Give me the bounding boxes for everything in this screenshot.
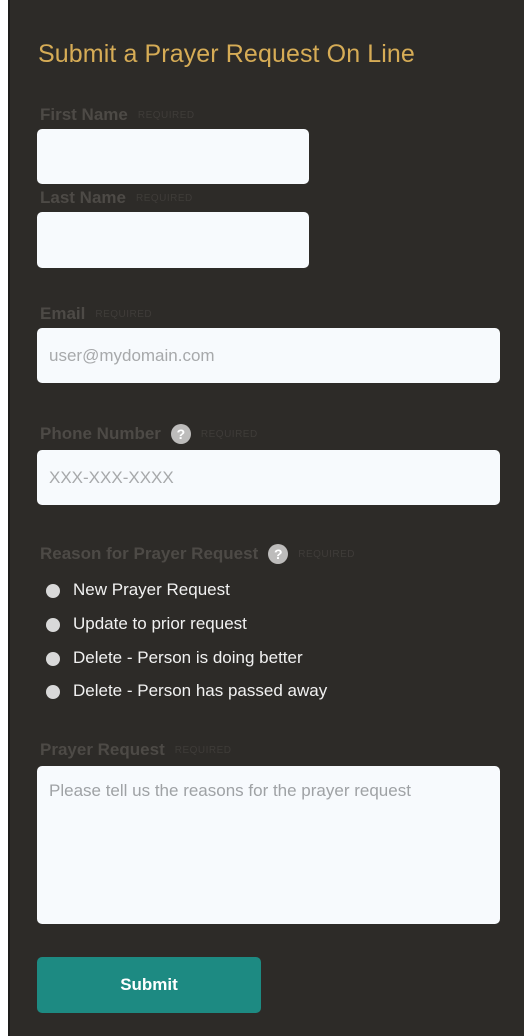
last-name-label-text: Last Name [40,188,126,207]
reason-option-label: New Prayer Request [73,580,230,599]
prayer-request-label-text: Prayer Request [40,740,165,759]
first-name-input[interactable] [37,129,309,184]
phone-label: Phone Number ? REQUIRED [40,424,258,444]
radio-button[interactable] [46,618,60,632]
radio-button[interactable] [46,685,60,699]
email-label: Email REQUIRED [40,304,152,324]
required-marker: REQUIRED [137,109,195,121]
email-label-text: Email [40,304,86,323]
phone-input[interactable]: XXX-XXX-XXXX [37,450,500,505]
reason-option-new[interactable]: New Prayer Request [46,580,230,600]
form-title: Submit a Prayer Request On Line [38,40,415,68]
reason-option-update[interactable]: Update to prior request [46,614,247,634]
reason-label: Reason for Prayer Request ? REQUIRED [40,544,355,564]
prayer-request-textarea[interactable]: Please tell us the reasons for the praye… [37,766,500,924]
required-marker: REQUIRED [298,548,356,560]
reason-option-label: Delete - Person has passed away [73,681,328,700]
email-input[interactable]: user@mydomain.com [37,328,500,383]
required-marker: REQUIRED [95,308,153,320]
required-marker: REQUIRED [174,744,232,756]
required-marker: REQUIRED [135,192,193,204]
first-name-label: First Name REQUIRED [40,105,195,125]
help-icon[interactable]: ? [268,544,289,564]
reason-option-delete-passed[interactable]: Delete - Person has passed away [46,681,327,701]
reason-option-delete-better[interactable]: Delete - Person is doing better [46,648,303,668]
prayer-request-label: Prayer Request REQUIRED [40,740,232,760]
phone-label-text: Phone Number [40,424,161,443]
reason-option-label: Update to prior request [73,614,247,633]
last-name-input[interactable] [37,212,309,268]
required-marker: REQUIRED [200,428,258,440]
radio-button[interactable] [46,652,60,666]
reason-label-text: Reason for Prayer Request [40,544,259,563]
last-name-label: Last Name REQUIRED [40,188,193,208]
reason-option-label: Delete - Person is doing better [73,648,303,667]
help-icon[interactable]: ? [170,424,191,444]
radio-button[interactable] [46,584,60,598]
submit-button[interactable]: Submit [37,957,261,1013]
first-name-label-text: First Name [40,105,128,124]
